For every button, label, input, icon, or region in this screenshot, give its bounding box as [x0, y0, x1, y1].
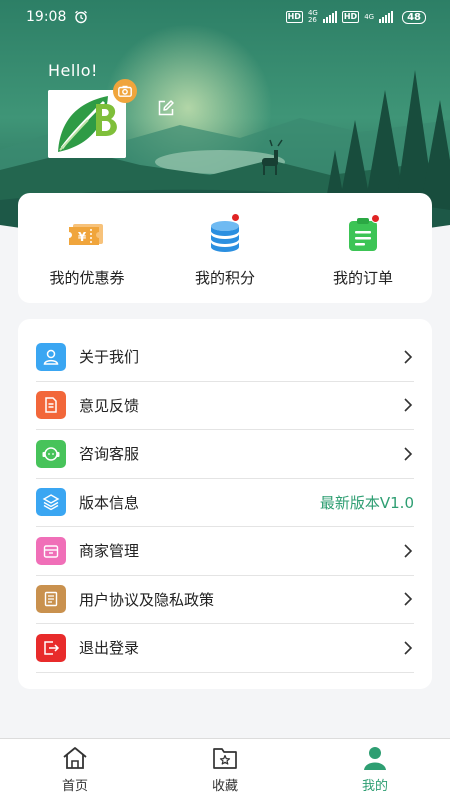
- camera-icon: [118, 85, 132, 97]
- network-type: 4G 26: [307, 9, 318, 24]
- menu-item-about-us[interactable]: 关于我们: [36, 333, 414, 382]
- signal-strength-icon: [379, 11, 394, 23]
- menu-item-label: 退出登录: [79, 639, 140, 658]
- agreement-icon: [36, 585, 66, 614]
- nav-tab-favorites[interactable]: 收藏: [165, 745, 285, 794]
- hd-badge: HD: [285, 11, 303, 23]
- coupon-icon: ¥: [67, 215, 107, 255]
- notification-dot: [371, 214, 380, 223]
- document-icon: [36, 391, 66, 420]
- quick-actions-card: ¥ 我的优惠券 我的积分 我的订单: [18, 193, 432, 303]
- nav-tab-profile[interactable]: 我的: [315, 745, 435, 794]
- points-coins-icon: [205, 213, 245, 255]
- network-type: 4G: [364, 12, 375, 21]
- chevron-right-icon: [404, 641, 413, 655]
- change-avatar-button[interactable]: [113, 79, 137, 103]
- quick-action-coupons[interactable]: ¥ 我的优惠券: [22, 215, 152, 288]
- settings-menu-card: 关于我们 意见反馈 咨询客服 版本信息 最新版本V1.0 商家管理 用户协议及隐…: [18, 319, 432, 689]
- quick-action-orders[interactable]: 我的订单: [298, 214, 428, 288]
- menu-item-version-info[interactable]: 版本信息 最新版本V1.0: [36, 479, 414, 527]
- clock-time: 19:08: [26, 9, 67, 25]
- nav-tab-home[interactable]: 首页: [15, 745, 135, 794]
- menu-item-feedback[interactable]: 意见反馈: [36, 382, 414, 430]
- logout-icon: [36, 633, 66, 662]
- chevron-right-icon: [404, 447, 413, 461]
- quick-action-points[interactable]: 我的积分: [160, 213, 290, 288]
- store-icon: [36, 536, 66, 565]
- menu-item-customer-service[interactable]: 咨询客服: [36, 430, 414, 479]
- user-icon: [36, 342, 66, 371]
- battery-indicator: 48: [402, 10, 426, 24]
- menu-item-label: 版本信息: [79, 493, 140, 512]
- quick-action-label: 我的优惠券: [49, 269, 125, 287]
- order-list-icon: [343, 214, 383, 255]
- menu-item-label: 商家管理: [79, 542, 140, 561]
- bottom-navigation-bar: 首页 收藏 我的: [0, 738, 450, 800]
- menu-item-merchant-management[interactable]: 商家管理: [36, 527, 414, 576]
- menu-item-label: 关于我们: [79, 348, 140, 367]
- layers-icon: [36, 488, 66, 517]
- edit-pencil-icon: [158, 100, 174, 116]
- alarm-clock-icon: [75, 10, 88, 24]
- quick-action-label: 我的订单: [332, 269, 393, 287]
- greeting-text: Hello!: [48, 61, 98, 80]
- nav-tab-label: 我的: [361, 779, 388, 794]
- menu-item-label: 咨询客服: [79, 445, 140, 464]
- menu-item-label: 用户协议及隐私政策: [79, 590, 215, 609]
- svg-text:¥: ¥: [78, 230, 87, 244]
- settings-menu-list: 关于我们 意见反馈 咨询客服 版本信息 最新版本V1.0 商家管理 用户协议及隐…: [36, 319, 414, 673]
- chevron-right-icon: [404, 398, 413, 412]
- menu-item-label: 意见反馈: [79, 396, 140, 415]
- edit-profile-button[interactable]: [157, 99, 175, 117]
- signal-strength-icon: [322, 11, 337, 23]
- chevron-right-icon: [404, 544, 413, 558]
- home-icon: [63, 747, 87, 769]
- menu-item-user-agreement-privacy[interactable]: 用户协议及隐私政策: [36, 576, 414, 624]
- profile-icon: [364, 747, 386, 770]
- nav-tab-label: 首页: [61, 779, 88, 794]
- version-number: 最新版本V1.0: [319, 493, 414, 512]
- customer-service-icon: [36, 439, 66, 468]
- chevron-right-icon: [404, 350, 413, 364]
- brand-logo-leaf-b-icon: B: [48, 90, 126, 158]
- avatar[interactable]: B: [48, 90, 126, 158]
- notification-dot: [231, 213, 240, 222]
- hd-badge: HD: [341, 11, 360, 23]
- quick-action-label: 我的积分: [194, 269, 255, 287]
- nav-tab-label: 收藏: [211, 779, 238, 794]
- favorites-folder-icon: [213, 748, 237, 769]
- chevron-right-icon: [404, 592, 413, 606]
- menu-item-logout[interactable]: 退出登录: [36, 624, 414, 673]
- status-bar: 19:08 HD 4G 26 HD 4G 48: [0, 0, 450, 34]
